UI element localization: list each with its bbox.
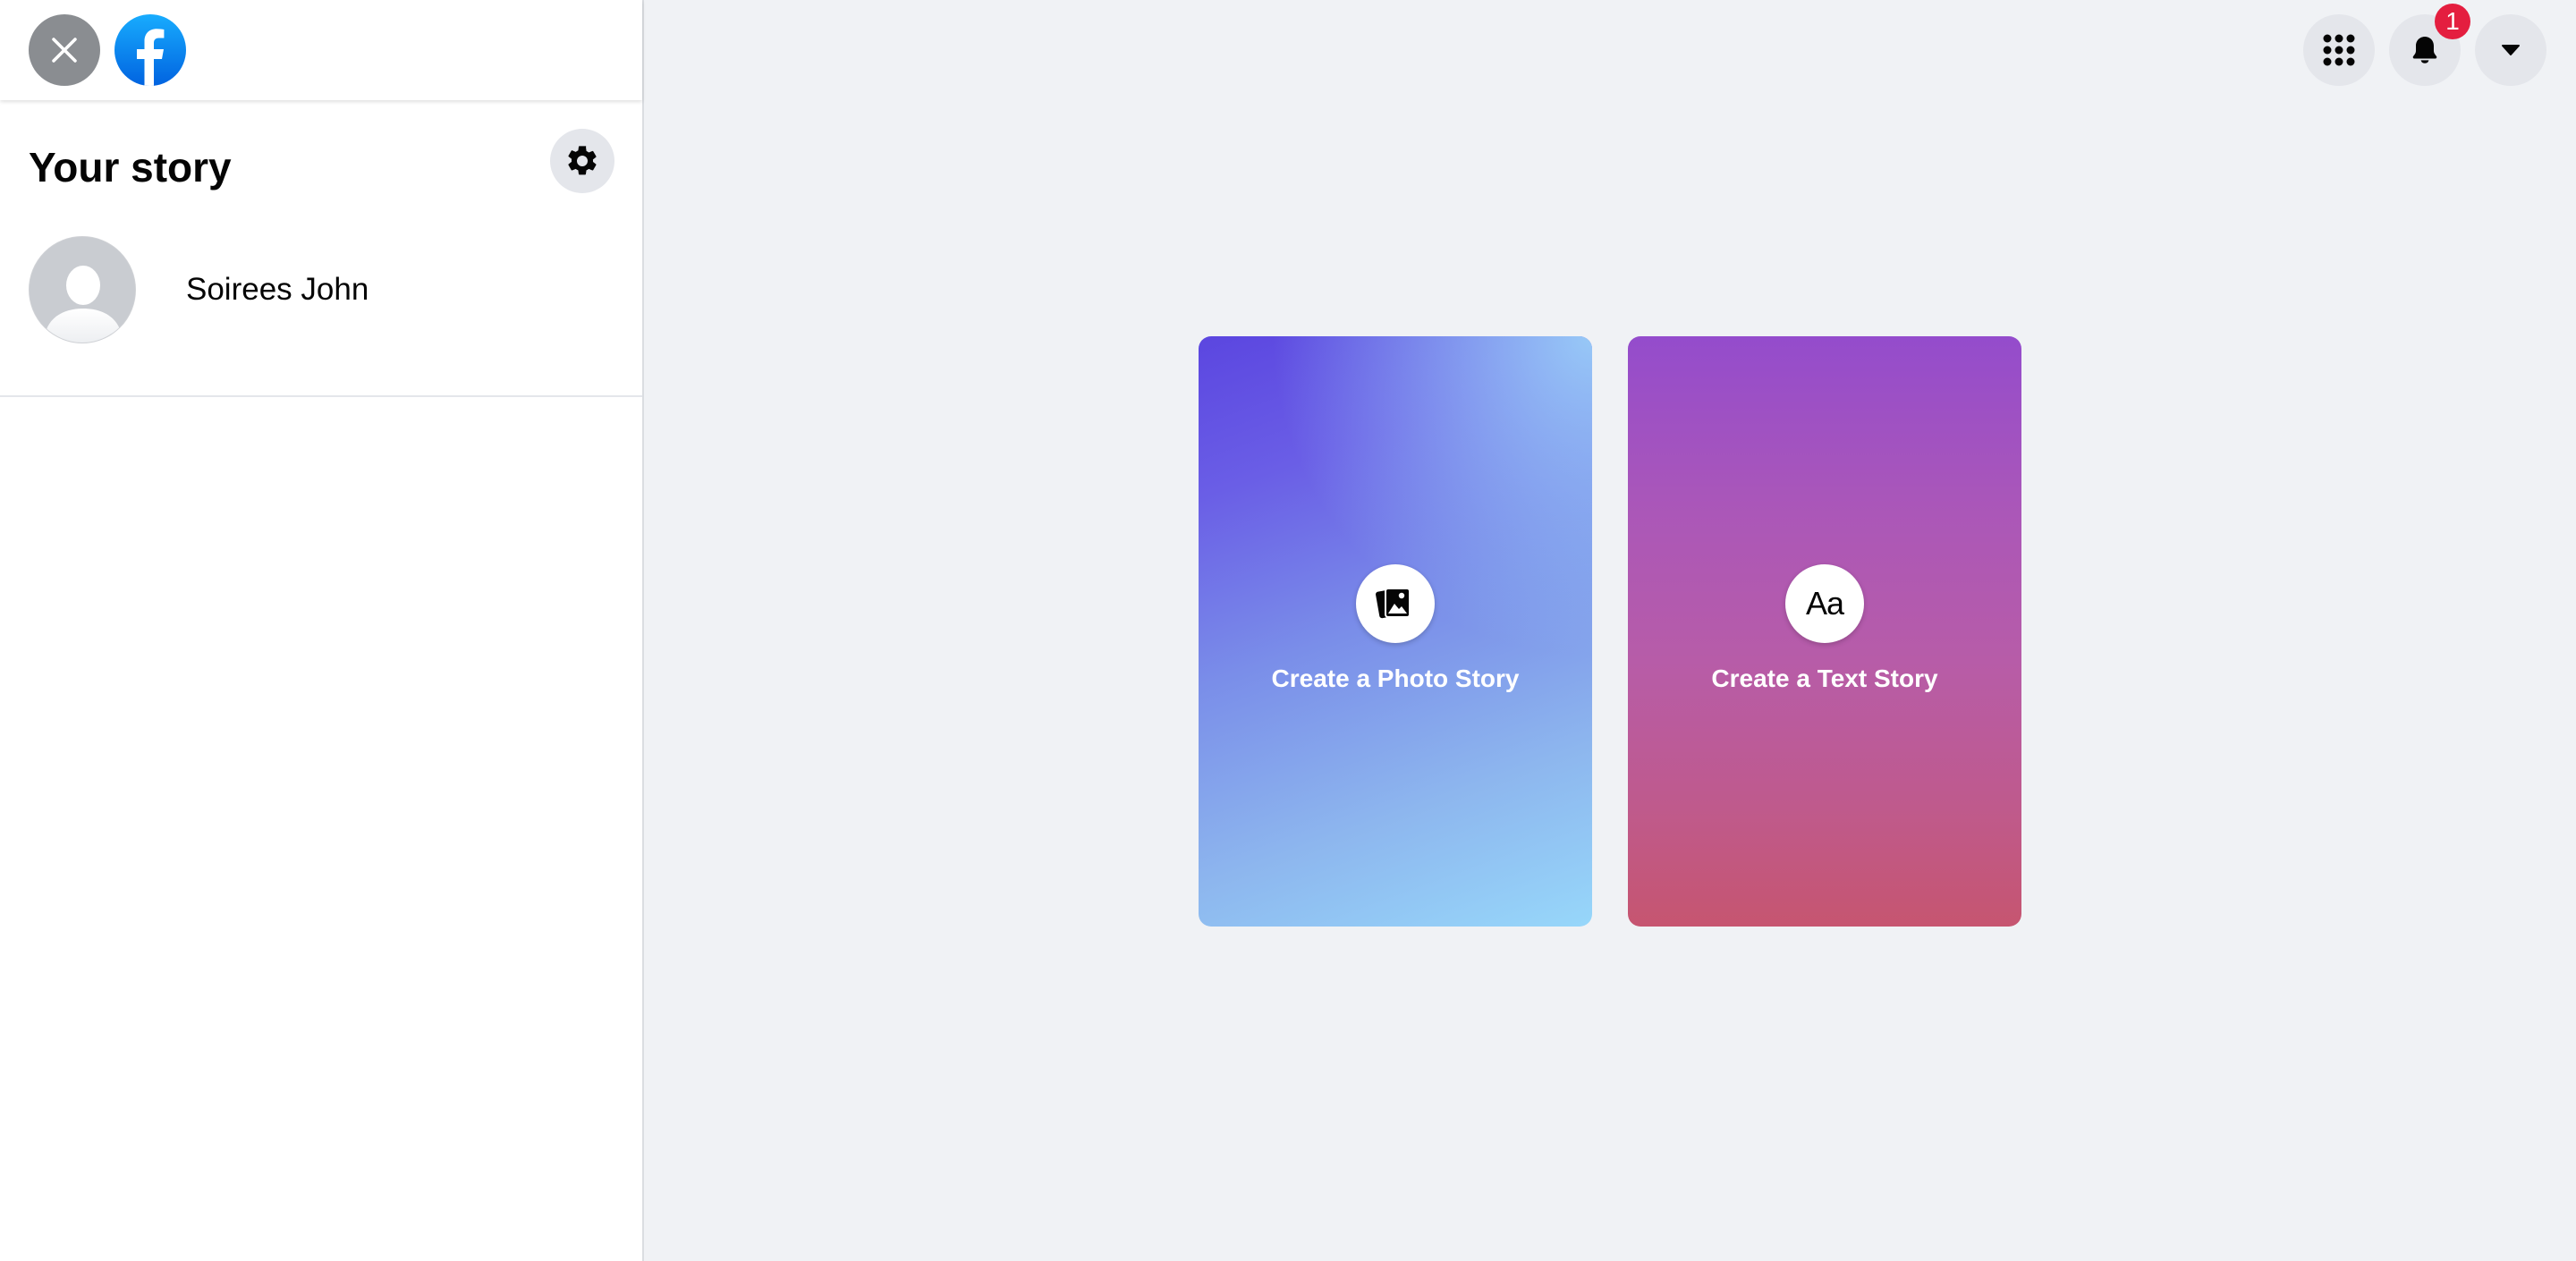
close-icon [52, 38, 77, 63]
grid-menu-icon [2323, 34, 2355, 66]
text-card-content: Aa Create a Text Story [1628, 564, 2021, 693]
sidebar-header [0, 0, 642, 100]
bell-icon [2412, 36, 2437, 63]
profile-name: Soirees John [186, 272, 369, 307]
story-sidebar: Your story Soirees John [0, 0, 644, 1261]
text-story-label: Create a Text Story [1711, 664, 1938, 692]
text-icon-circle: Aa [1785, 564, 1864, 643]
menu-button[interactable] [2303, 14, 2375, 86]
facebook-logo[interactable] [114, 14, 186, 86]
create-text-story-card[interactable]: Aa Create a Text Story [1628, 336, 2021, 927]
default-avatar-icon [30, 237, 135, 343]
caret-down-icon [2502, 45, 2520, 55]
facebook-logo-icon [137, 29, 165, 86]
page-title: Your story [29, 144, 232, 190]
account-menu-button[interactable] [2475, 14, 2546, 86]
story-creation-page: Your story Soirees John 1 Create a Photo… [0, 0, 2576, 1261]
create-photo-story-card[interactable]: Create a Photo Story [1199, 336, 1592, 927]
story-settings-button[interactable] [550, 129, 614, 193]
close-button[interactable] [29, 14, 100, 86]
avatar [29, 236, 136, 343]
photo-story-label: Create a Photo Story [1271, 664, 1520, 692]
text-aa-icon: Aa [1805, 585, 1844, 622]
gear-icon [568, 146, 597, 175]
profile-row[interactable]: Soirees John [29, 236, 610, 343]
photo-card-content: Create a Photo Story [1199, 564, 1592, 693]
notification-count-badge: 1 [2435, 4, 2470, 39]
photo-icon-circle [1356, 564, 1435, 643]
divider [0, 395, 642, 397]
photo-icon [1376, 588, 1411, 619]
